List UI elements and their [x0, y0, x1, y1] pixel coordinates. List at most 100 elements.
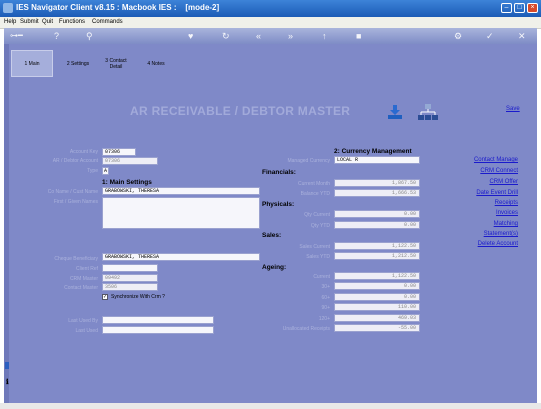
pin-icon[interactable]: ↑: [322, 30, 327, 42]
download-icon[interactable]: [386, 104, 404, 122]
ageing-30-field[interactable]: 0.00: [334, 282, 420, 290]
favourite-icon[interactable]: ♥: [188, 30, 193, 42]
settings-icon[interactable]: ⚙: [454, 30, 462, 42]
qty-ytd-field[interactable]: 0.00: [334, 221, 420, 229]
menu-quit[interactable]: Quit: [42, 19, 53, 25]
managed-currency-label: Managed Currency: [287, 158, 330, 164]
type-label: Type: [87, 168, 98, 174]
ageing-title: Ageing:: [262, 264, 287, 271]
save-link[interactable]: Save: [506, 106, 520, 112]
delete-account-link[interactable]: Delete Account: [478, 241, 518, 247]
last-used-by-label: Last Used By: [68, 318, 98, 324]
type-field[interactable]: A: [102, 167, 109, 175]
ar-debtor-account-field[interactable]: 07306: [102, 157, 158, 165]
tab-main-label: 1 Main: [24, 60, 40, 67]
minimize-button[interactable]: –: [501, 3, 512, 13]
sales-title: Sales:: [262, 232, 282, 239]
contact-master-field[interactable]: 3506: [102, 283, 158, 291]
menu-functions[interactable]: Functions: [59, 19, 85, 25]
tab-contact-detail-label: 3 Contact Detail: [105, 57, 127, 70]
last-used-by-field[interactable]: [102, 316, 214, 324]
qty-current-label: Qty Current: [304, 212, 330, 218]
unallocated-receipts-field[interactable]: -55.00: [334, 324, 420, 332]
balance-ytd-field[interactable]: 1,666.53: [334, 189, 420, 197]
currency-management-title: 2: Currency Management: [334, 148, 412, 155]
crm-offer-link[interactable]: CRM Offer: [489, 179, 518, 185]
main-settings-title: 1: Main Settings: [102, 179, 152, 186]
stop-icon[interactable]: ■: [356, 30, 361, 42]
first-names-label: First / Given Names: [53, 199, 98, 205]
menu-submit[interactable]: Submit: [20, 19, 39, 25]
menu-commands[interactable]: Commands: [92, 19, 123, 25]
contact-manage-link[interactable]: Contact Manage: [474, 157, 518, 163]
ageing-current-field[interactable]: 1,122.50: [334, 272, 420, 280]
sales-current-label: Sales Current: [299, 244, 330, 250]
tab-main[interactable]: 1 Main: [11, 50, 53, 77]
sales-ytd-field[interactable]: 1,212.50: [334, 252, 420, 260]
search-icon[interactable]: ⚲: [86, 30, 93, 42]
ar-debtor-account-label: AR / Debtor Account: [52, 158, 98, 164]
help-icon[interactable]: ?: [54, 30, 59, 42]
current-month-label: Current Month: [298, 181, 330, 187]
refresh-icon[interactable]: ↻: [222, 30, 230, 42]
side-indicator: [5, 362, 9, 369]
unallocated-receipts-label: Unallocated Receipts: [282, 326, 330, 332]
tab-contact-detail[interactable]: 3 Contact Detail: [99, 50, 133, 77]
ageing-60-label: 60+: [321, 295, 330, 301]
tab-settings[interactable]: 2 Settings: [61, 50, 95, 77]
previous-icon[interactable]: «: [256, 30, 261, 42]
invoices-link[interactable]: Invoices: [496, 210, 518, 216]
qty-ytd-label: Qty YTD: [310, 223, 330, 229]
client-ref-label: Client Ref: [76, 266, 98, 272]
ageing-30-label: 30+: [321, 284, 330, 290]
client-ref-field[interactable]: [102, 264, 158, 272]
current-month-field[interactable]: 1,867.50: [334, 179, 420, 187]
financials-title: Financials:: [262, 169, 296, 176]
close-button[interactable]: ×: [527, 3, 538, 13]
first-names-field[interactable]: [102, 197, 260, 229]
sync-crm-checkbox[interactable]: ✓: [102, 294, 108, 300]
cancel-icon[interactable]: ✕: [518, 30, 526, 42]
page-title: AR RECEIVABLE / DEBTOR MASTER: [130, 104, 351, 118]
status-bar: [0, 403, 541, 409]
tab-bar: 1 Main 2 Settings 3 Contact Detail 4 Not…: [9, 50, 183, 77]
managed-currency-field[interactable]: LOCAL R: [334, 156, 420, 164]
contact-master-label: Contact Master: [64, 285, 98, 291]
ageing-90-label: 90+: [321, 305, 330, 311]
ageing-90-field[interactable]: 110.00: [334, 303, 420, 311]
crm-master-field[interactable]: 09492: [102, 274, 158, 282]
physicals-title: Physicals:: [262, 201, 295, 208]
sync-crm-label: Synchronize With Crm ?: [111, 294, 165, 300]
tab-settings-label: 2 Settings: [66, 60, 90, 67]
cheque-beneficiary-label: Cheque Beneficiary: [54, 256, 98, 262]
next-icon[interactable]: »: [288, 30, 293, 42]
sales-current-field[interactable]: 1,122.50: [334, 242, 420, 250]
matching-link[interactable]: Matching: [494, 221, 518, 227]
qty-current-field[interactable]: 0.00: [334, 210, 420, 218]
receipts-link[interactable]: Receipts: [495, 200, 518, 206]
app-icon: [3, 3, 13, 13]
ageing-120-field[interactable]: 469.03: [334, 314, 420, 322]
co-name-field[interactable]: GRABOWSKI, THERESA: [102, 187, 260, 195]
key-icon[interactable]: ⊶━: [10, 30, 23, 42]
title-bar: IES Navigator Client v8.15 : Macbook IES…: [0, 0, 541, 17]
toolbar: ⊶━ ? ⚲ ♥ ↻ « » ↑ ■ ⚙ ✓ ✕: [4, 28, 537, 44]
info-icon[interactable]: ℹ: [6, 378, 9, 386]
hierarchy-icon[interactable]: [418, 103, 438, 123]
crm-connect-link[interactable]: CRM Connect: [480, 168, 518, 174]
tab-notes[interactable]: 4 Notes: [139, 50, 173, 77]
maximize-button[interactable]: □: [514, 3, 525, 13]
account-key-field[interactable]: 07306: [102, 148, 136, 156]
cheque-beneficiary-field[interactable]: GRABOWSKI, THERESA: [102, 253, 260, 261]
statements-link[interactable]: Statement(s): [484, 231, 518, 237]
crm-master-label: CRM Master: [69, 276, 98, 282]
menu-help[interactable]: Help: [4, 19, 16, 25]
window-title: IES Navigator Client v8.15 : Macbook IES…: [16, 3, 220, 12]
account-key-label: Account Key: [69, 149, 98, 155]
confirm-icon[interactable]: ✓: [486, 30, 494, 42]
balance-ytd-label: Balance YTD: [300, 191, 330, 197]
last-used-field[interactable]: [102, 326, 214, 334]
ageing-60-field[interactable]: 0.00: [334, 293, 420, 301]
last-used-label: Last Used: [75, 328, 98, 334]
date-event-drill-link[interactable]: Date Event Drill: [476, 190, 518, 196]
